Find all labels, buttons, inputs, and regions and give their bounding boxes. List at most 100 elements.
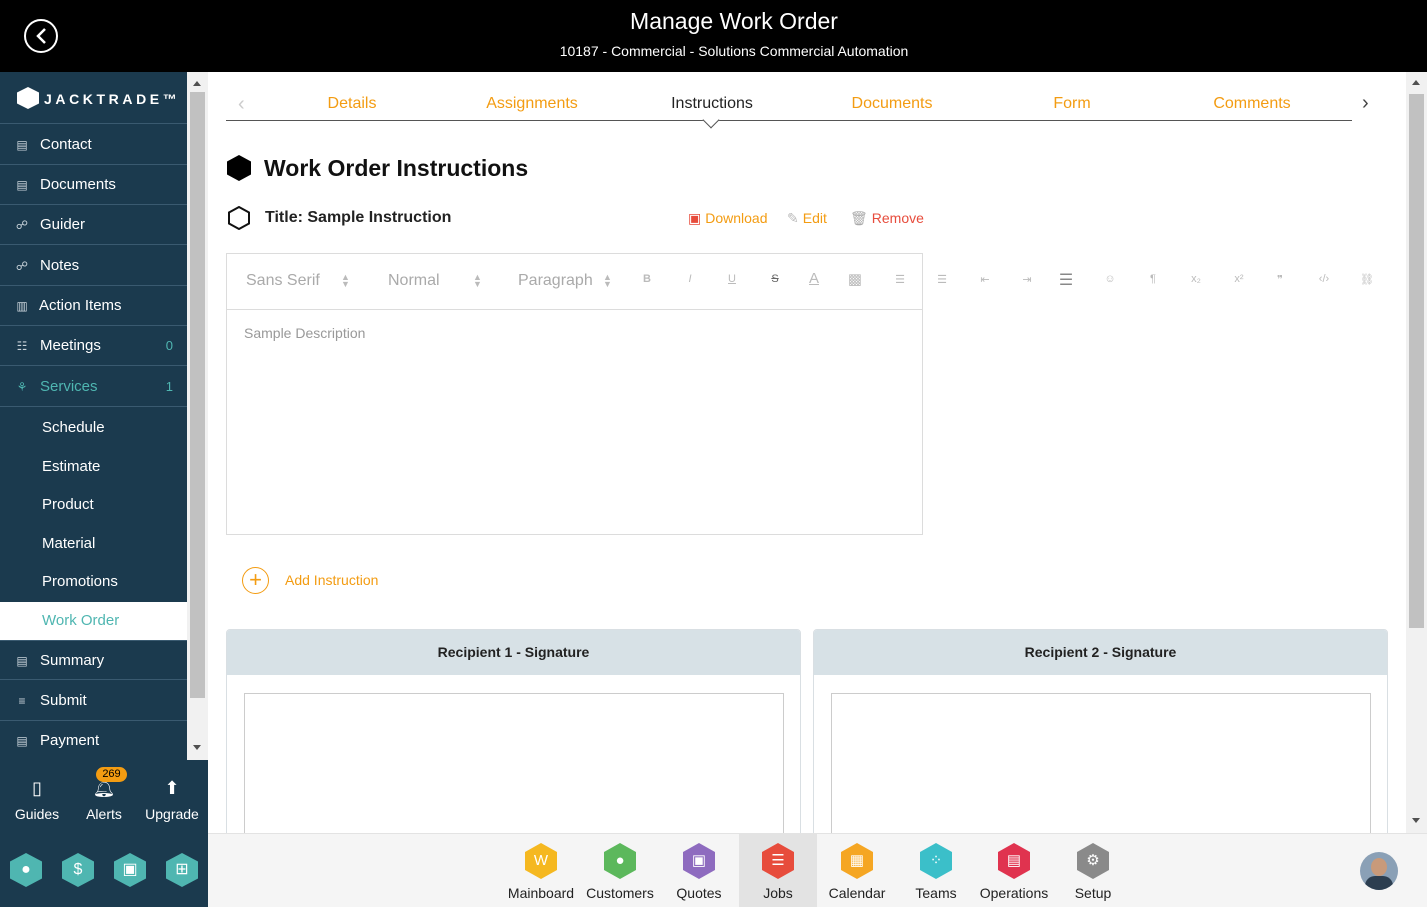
tab-assignments[interactable]: Assignments	[442, 95, 622, 113]
app-teams[interactable]: ⁘ Teams	[897, 834, 975, 908]
ordered-list-icon[interactable]: ☰	[890, 273, 910, 286]
app-jobs[interactable]: ☰ Jobs	[739, 834, 817, 908]
rich-text-editor[interactable]	[226, 253, 923, 535]
tab-details[interactable]: Details	[262, 95, 442, 113]
money-hex-icon[interactable]: ▣	[114, 853, 146, 887]
tab-next-chevron-icon[interactable]: ›	[1362, 92, 1369, 115]
sidebar-subitem-estimate[interactable]: Estimate	[0, 448, 187, 486]
app-quotes[interactable]: ▣ Quotes	[660, 834, 738, 908]
active-tab-caret	[702, 111, 720, 129]
app-calendar[interactable]: ▦ Calendar	[818, 834, 896, 908]
sidebar-item-documents[interactable]: ▤ Documents	[0, 165, 187, 205]
font-size-select[interactable]: Normal ▲ ▼	[388, 272, 482, 290]
sidebar-subitem-promotions[interactable]: Promotions	[0, 563, 187, 601]
sidebar-item-label: Summary	[40, 652, 105, 669]
select-arrows-icon: ▲ ▼	[341, 272, 350, 289]
scroll-up-arrow-icon[interactable]	[1412, 80, 1420, 85]
text-direction-icon[interactable]: ¶	[1143, 273, 1163, 285]
guider-icon: ☍	[15, 218, 29, 232]
app-operations[interactable]: ▤ Operations	[975, 834, 1053, 908]
book-icon: ▯	[32, 778, 42, 798]
recipient-2-signature-title: Recipient 2 - Signature	[814, 630, 1387, 675]
subscript-icon[interactable]: x₂	[1186, 273, 1206, 285]
scroll-up-arrow-icon[interactable]	[193, 81, 201, 86]
sidebar-item-label: Notes	[40, 257, 80, 274]
brand-logo[interactable]: JACKTRADE™	[0, 72, 187, 124]
sidebar-item-contact[interactable]: ▤ Contact	[0, 125, 187, 165]
emoji-icon[interactable]: ☺	[1100, 273, 1120, 285]
tab-comments[interactable]: Comments	[1162, 95, 1342, 113]
recipient-1-signature-pad[interactable]	[244, 693, 784, 838]
upgrade-label: Upgrade	[145, 806, 199, 822]
text-color-icon[interactable]: A	[804, 270, 824, 287]
recipient-2-signature-pad[interactable]	[831, 693, 1371, 838]
block-format-select[interactable]: Paragraph ▲ ▼	[518, 272, 612, 290]
recipient-2-signature-card: Recipient 2 - Signature	[813, 629, 1388, 839]
sidebar-item-label: Guider	[40, 216, 86, 233]
scroll-down-arrow-icon[interactable]	[1412, 818, 1420, 823]
pdf-icon: ▣	[688, 210, 702, 226]
header-bar: Manage Work Order 10187 - Commercial - S…	[0, 0, 1427, 72]
editor-toolbar-divider	[227, 309, 922, 310]
bold-icon[interactable]: B	[637, 273, 657, 285]
sidebar-item-guider[interactable]: ☍ Guider	[0, 205, 187, 245]
user-avatar[interactable]	[1360, 852, 1398, 890]
alerts-label: Alerts	[86, 806, 122, 822]
sidebar-item-payment[interactable]: ▤ Payment	[0, 721, 187, 760]
scrollbar-thumb[interactable]	[190, 92, 205, 698]
underline-icon[interactable]: U	[722, 273, 742, 285]
profile-hex-icon[interactable]: ●	[10, 853, 42, 887]
sidebar-subitem-material[interactable]: Material	[0, 525, 187, 563]
tab-instructions[interactable]: Instructions	[622, 95, 802, 113]
sidebar-item-notes[interactable]: ☍ Notes	[0, 246, 187, 286]
align-left-icon[interactable]: ☰	[1056, 270, 1076, 290]
app-customers[interactable]: ● Customers	[581, 834, 659, 908]
section-hexagon-icon	[227, 155, 251, 181]
font-size-value: Normal	[388, 272, 440, 289]
contact-card-icon: ▤	[16, 138, 28, 152]
background-color-icon[interactable]: ▩	[845, 270, 865, 288]
sidebar-scrollbar[interactable]	[187, 72, 208, 760]
page-title: Manage Work Order	[630, 8, 838, 34]
scroll-down-arrow-icon[interactable]	[193, 745, 201, 750]
bullet-list-icon[interactable]: ☰	[932, 273, 952, 286]
upgrade-button[interactable]: ⬆ Upgrade	[139, 760, 205, 830]
network-hex-icon[interactable]: ⊞	[166, 853, 198, 887]
app-setup[interactable]: ⚙ Setup	[1054, 834, 1132, 908]
sidebar-subitem-work-order[interactable]: Work Order	[0, 602, 187, 640]
instruction-hexagon-icon	[228, 206, 250, 230]
sidebar-item-summary[interactable]: ▤ Summary	[0, 640, 187, 680]
main-scrollbar[interactable]	[1406, 72, 1427, 833]
tab-prev-chevron-icon[interactable]: ‹	[238, 93, 245, 116]
indent-increase-icon[interactable]: ⇥	[1017, 273, 1037, 286]
trash-icon: 🗑︎	[850, 210, 868, 226]
superscript-icon[interactable]: x²	[1229, 273, 1249, 285]
download-button[interactable]: ▣ Download	[688, 210, 768, 227]
sidebar-item-services[interactable]: ⚘ Services 1	[0, 367, 187, 407]
code-icon[interactable]: ‹/›	[1314, 273, 1334, 285]
edit-button[interactable]: ✎ Edit	[787, 210, 827, 227]
guides-button[interactable]: ▯ Guides	[4, 760, 70, 830]
remove-button[interactable]: 🗑︎ Remove	[850, 210, 924, 227]
select-arrows-icon: ▲ ▼	[473, 272, 482, 289]
pencil-icon: ✎	[787, 210, 799, 226]
blockquote-icon[interactable]: ❞	[1270, 273, 1290, 286]
sidebar-item-meetings[interactable]: ☷ Meetings 0	[0, 326, 187, 366]
strikethrough-icon[interactable]: S	[765, 273, 785, 285]
italic-icon[interactable]: I	[680, 273, 700, 285]
sidebar-item-action-items[interactable]: ▥ Action Items	[0, 286, 187, 326]
link-icon[interactable]: ⛓	[1357, 273, 1377, 286]
tab-form[interactable]: Form	[982, 95, 1162, 113]
editor-content[interactable]: Sample Description	[244, 325, 365, 341]
alerts-count-badge: 269	[96, 767, 127, 782]
app-mainboard[interactable]: W Mainboard	[502, 834, 580, 908]
indent-decrease-icon[interactable]: ⇤	[975, 273, 995, 286]
tab-documents[interactable]: Documents	[802, 95, 982, 113]
dollar-hex-icon[interactable]: $	[62, 853, 94, 887]
sidebar-item-submit[interactable]: ≡ Submit	[0, 681, 187, 721]
sidebar-subitem-product[interactable]: Product	[0, 486, 187, 524]
font-family-select[interactable]: Sans Serif ▲ ▼	[246, 272, 350, 290]
sidebar-subitem-schedule[interactable]: Schedule	[0, 409, 187, 447]
scrollbar-thumb[interactable]	[1409, 94, 1424, 628]
meetings-icon: ☷	[16, 339, 28, 353]
